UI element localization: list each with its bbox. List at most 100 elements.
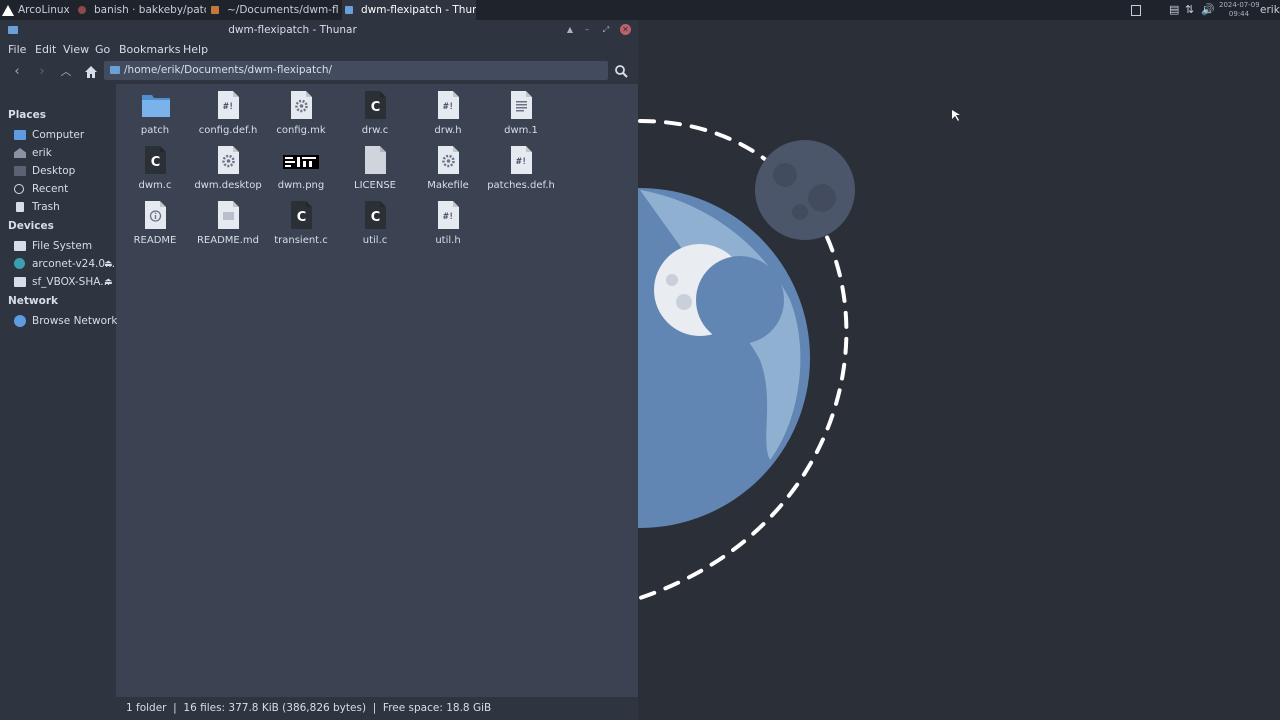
- file-item[interactable]: #! config.def.h: [192, 88, 264, 140]
- sidebar-item-desktop[interactable]: Desktop: [14, 163, 114, 179]
- file-item[interactable]: dwm.png: [265, 143, 337, 195]
- network-heading: Network: [8, 295, 59, 307]
- clock[interactable]: 2024-07-09 09:44: [1219, 0, 1259, 20]
- window-title: dwm-flexipatch - Thunar: [228, 24, 357, 36]
- drive-icon: [14, 241, 26, 251]
- parent-folder-icon[interactable]: ︿: [57, 63, 75, 81]
- window-titlebar[interactable]: dwm-flexipatch - Thunar ▲ – ⤢ ✕: [0, 20, 638, 40]
- network-icon: [14, 315, 26, 327]
- sidebar-item-label: Computer: [32, 129, 85, 141]
- svg-text:C: C: [151, 155, 161, 170]
- sidebar-item-recent[interactable]: Recent: [14, 181, 114, 197]
- c-file-icon: C: [361, 200, 389, 230]
- file-item[interactable]: #! drw.h: [412, 88, 484, 140]
- clock-date: 2024-07-09: [1219, 1, 1259, 9]
- maximize-button[interactable]: ⤢: [599, 23, 613, 37]
- file-item[interactable]: LICENSE: [339, 143, 411, 195]
- minimize-button[interactable]: –: [580, 23, 594, 37]
- file-item[interactable]: Cdrw.c: [339, 88, 411, 140]
- folder-icon: [110, 66, 120, 74]
- file-name: patch: [140, 125, 170, 136]
- info-file-icon: [141, 200, 169, 230]
- drive-icon: [14, 277, 26, 287]
- menu-bookmarks[interactable]: Bookmarks: [119, 40, 180, 59]
- sidebar-item-trash[interactable]: Trash: [14, 199, 114, 215]
- file-view: patch #! config.def.h config.mk Cdrw.c #! drw.…: [117, 84, 638, 697]
- sidebar-item-computer[interactable]: Computer: [14, 127, 114, 143]
- file-item[interactable]: #! patches.def.h: [485, 143, 557, 195]
- taskbar-tab-thunar[interactable]: dwm-flexipatch - Thun...: [342, 0, 476, 20]
- sidebar: Places Computer erik Desktop Recent Tras…: [0, 84, 117, 697]
- taskbar-tab-terminal[interactable]: ~/Documents/dwm-fle...: [211, 0, 339, 20]
- menu-edit[interactable]: Edit: [35, 40, 56, 59]
- file-item[interactable]: Makefile: [412, 143, 484, 195]
- tray-clipboard-icon[interactable]: [1131, 0, 1143, 20]
- search-icon[interactable]: [614, 64, 628, 78]
- taskbar-tab-browser[interactable]: banish · bakkeby/patc...: [78, 0, 206, 20]
- script-file-icon: #!: [507, 145, 535, 175]
- file-name: util.h: [435, 235, 461, 246]
- file-item[interactable]: Ctransient.c: [265, 198, 337, 250]
- location-bar[interactable]: /home/erik/Documents/dwm-flexipatch/: [104, 61, 608, 80]
- menu-file[interactable]: File: [8, 40, 26, 59]
- file-name: dwm.png: [277, 180, 325, 191]
- make-file-icon: [287, 90, 315, 120]
- svg-text:#!: #!: [223, 102, 234, 112]
- sidebar-item-browse-network[interactable]: Browse Network: [14, 313, 117, 329]
- home-icon[interactable]: [82, 63, 100, 81]
- sidebar-item-arconet[interactable]: arconet-v24.0... ⏏: [14, 256, 115, 272]
- sidebar-item-label: File System: [32, 240, 93, 252]
- sidebar-item-filesystem[interactable]: File System: [14, 238, 114, 254]
- location-path: /home/erik/Documents/dwm-flexipatch/: [124, 64, 333, 76]
- file-item[interactable]: config.mk: [265, 88, 337, 140]
- svg-text:C: C: [371, 210, 381, 225]
- forward-icon[interactable]: ›: [33, 63, 51, 81]
- folder-icon: [345, 6, 353, 14]
- back-icon[interactable]: ‹: [8, 63, 26, 81]
- eject-icon[interactable]: ⏏: [104, 256, 113, 272]
- menu-bar: File Edit View Go Bookmarks Help: [0, 40, 638, 59]
- svg-text:#!: #!: [516, 157, 527, 167]
- svg-text:#!: #!: [443, 212, 454, 222]
- svg-text:#!: #!: [443, 102, 454, 112]
- menu-help[interactable]: Help: [183, 40, 208, 59]
- file-name: drw.c: [361, 125, 389, 136]
- taskbar-tab-label: ~/Documents/dwm-fle...: [227, 4, 339, 16]
- distro-label: ArcoLinux: [18, 4, 70, 16]
- sidebar-item-label: Desktop: [32, 165, 76, 177]
- file-name: Makefile: [427, 180, 469, 191]
- desktop-icon: [14, 166, 26, 176]
- close-button[interactable]: ✕: [620, 24, 631, 35]
- tray-network-icon[interactable]: ⇅: [1185, 0, 1199, 20]
- eject-icon[interactable]: ⏏: [104, 274, 113, 290]
- file-item[interactable]: #! util.h: [412, 198, 484, 250]
- file-item[interactable]: README: [119, 198, 191, 250]
- thunar-window: dwm-flexipatch - Thunar ▲ – ⤢ ✕ File Edi…: [0, 20, 638, 720]
- sidebar-item-label: Trash: [32, 201, 60, 213]
- file-item[interactable]: dwm.desktop: [192, 143, 264, 195]
- tray-notes-icon[interactable]: ▤: [1169, 0, 1181, 20]
- file-name: util.c: [362, 235, 388, 246]
- file-item[interactable]: patch: [119, 88, 191, 140]
- file-name: transient.c: [274, 235, 328, 246]
- c-file-icon: C: [141, 145, 169, 175]
- sidebar-item-vbox-share[interactable]: sf_VBOX-SHA... ⏏: [14, 274, 114, 290]
- menu-view[interactable]: View: [63, 40, 89, 59]
- sidebar-item-erik[interactable]: erik: [14, 145, 114, 161]
- shade-button[interactable]: ▲: [563, 23, 577, 37]
- computer-icon: [14, 130, 26, 140]
- terminal-icon: [211, 6, 219, 14]
- file-name: LICENSE: [354, 180, 396, 191]
- distro-menu-button[interactable]: ArcoLinux: [2, 0, 72, 20]
- places-heading: Places: [8, 109, 46, 121]
- taskbar-tab-label: dwm-flexipatch - Thun...: [361, 4, 476, 16]
- file-item[interactable]: dwm.1: [485, 88, 557, 140]
- file-item[interactable]: Cutil.c: [339, 198, 411, 250]
- tray-volume-icon[interactable]: 🔊: [1201, 0, 1217, 20]
- menu-go[interactable]: Go: [95, 40, 110, 59]
- file-item[interactable]: Cdwm.c: [119, 143, 191, 195]
- file-item[interactable]: README.md: [192, 198, 264, 250]
- user-label: erik: [1260, 4, 1280, 16]
- text-file-icon: [507, 90, 535, 120]
- status-bar: 1 folder | 16 files: 377.8 KiB (386,826 …: [0, 697, 638, 720]
